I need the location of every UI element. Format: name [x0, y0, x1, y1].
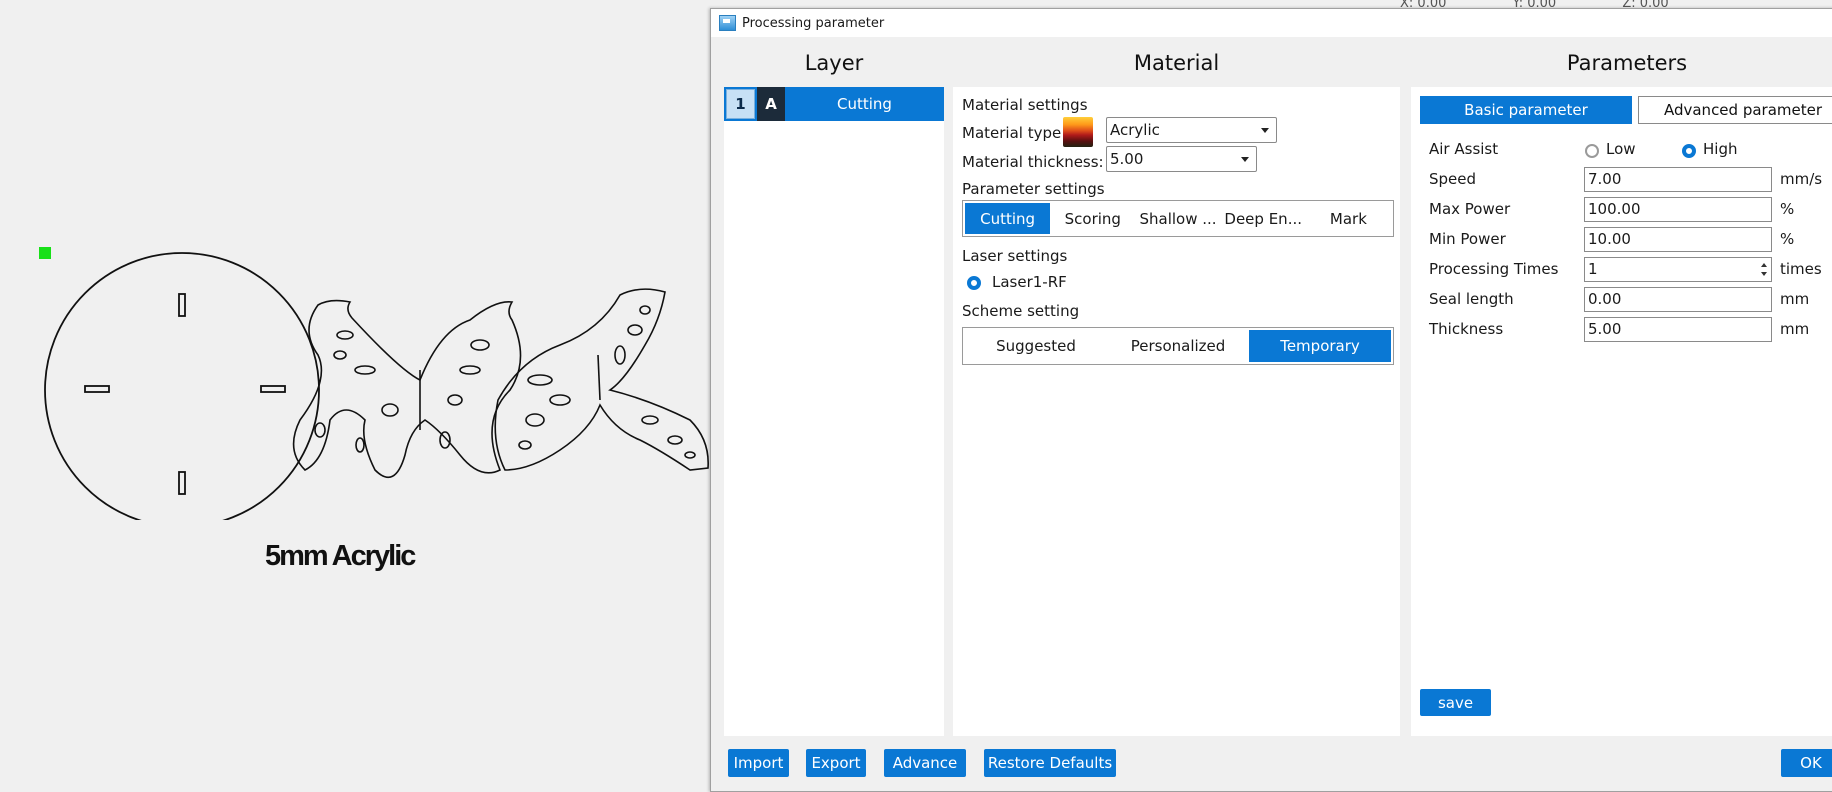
dialog-titlebar[interactable]: Processing parameter: [711, 9, 1832, 37]
processing-parameter-dialog: Processing parameter Layer Material Para…: [710, 8, 1832, 792]
material-thickness-value: 5.00: [1110, 150, 1144, 168]
acrylic-material-icon: [1063, 117, 1093, 147]
seal-length-input[interactable]: 0.00: [1584, 287, 1772, 312]
tab-mark[interactable]: Mark: [1306, 203, 1391, 234]
slot-top: [178, 293, 186, 317]
app-icon: [719, 15, 736, 31]
max-power-label: Max Power: [1429, 200, 1511, 218]
export-button[interactable]: Export: [806, 749, 866, 777]
seal-length-unit: mm: [1780, 290, 1810, 308]
chevron-down-icon: [1261, 128, 1269, 133]
speed-label: Speed: [1429, 170, 1477, 188]
seal-length-label: Seal length: [1429, 290, 1514, 308]
processing-times-unit: times: [1780, 260, 1822, 278]
design-canvas[interactable]: X: 0.00 Y: 0.00 Z: 0.00 5mm Acrylic: [0, 0, 1669, 779]
max-power-input[interactable]: 100.00: [1584, 197, 1772, 222]
spin-down-icon[interactable]: [1761, 272, 1767, 276]
slot-bottom: [178, 471, 186, 495]
material-type-value: Acrylic: [1110, 121, 1160, 139]
butterfly-right: [494, 288, 709, 471]
thickness-input[interactable]: 5.00: [1584, 317, 1772, 342]
layer-row[interactable]: 1 A Cutting: [724, 87, 944, 121]
ok-button[interactable]: OK: [1781, 749, 1832, 777]
spin-up-icon[interactable]: [1761, 263, 1767, 267]
material-settings-title: Material settings: [962, 96, 1088, 114]
canvas-text-label[interactable]: 5mm Acrylic: [265, 540, 416, 573]
air-low-radio[interactable]: [1585, 144, 1599, 158]
min-power-input[interactable]: 10.00: [1584, 227, 1772, 252]
min-power-unit: %: [1780, 230, 1795, 248]
material-panel: Material settings Material type: Acrylic…: [953, 87, 1400, 736]
tab-basic-parameter[interactable]: Basic parameter: [1420, 96, 1632, 124]
chevron-down-icon: [1241, 157, 1249, 162]
processing-times-value: 1: [1588, 260, 1598, 278]
scheme-setting-title: Scheme setting: [962, 302, 1080, 320]
processing-times-label: Processing Times: [1429, 260, 1559, 278]
laser-settings-title: Laser settings: [962, 247, 1068, 265]
parameters-header: Parameters: [1566, 51, 1688, 75]
material-thickness-label: Material thickness:: [962, 153, 1104, 171]
air-high-label[interactable]: High: [1703, 140, 1737, 158]
slot-right: [260, 385, 286, 393]
max-power-unit: %: [1780, 200, 1795, 218]
layer-number: 1: [726, 89, 755, 119]
air-assist-label: Air Assist: [1429, 140, 1499, 158]
scheme-tabs: Suggested Personalized Temporary: [962, 327, 1394, 365]
canvas-artwork: [44, 252, 709, 520]
speed-input[interactable]: 7.00: [1584, 167, 1772, 192]
layer-mode-badge: A: [757, 87, 785, 121]
layer-name: Cutting: [837, 95, 892, 113]
air-high-radio[interactable]: [1682, 144, 1696, 158]
processing-times-spinbox[interactable]: 1: [1584, 257, 1772, 282]
speed-unit: mm/s: [1780, 170, 1823, 188]
material-thickness-select[interactable]: 5.00: [1106, 146, 1257, 172]
min-power-label: Min Power: [1429, 230, 1506, 248]
material-header: Material: [1133, 51, 1220, 75]
tab-cutting[interactable]: Cutting: [965, 203, 1051, 234]
restore-defaults-button[interactable]: Restore Defaults: [984, 749, 1116, 777]
tab-deep-engraving[interactable]: Deep En...: [1221, 203, 1306, 234]
slot-left: [84, 385, 110, 393]
save-button[interactable]: save: [1420, 689, 1491, 716]
parameter-settings-title: Parameter settings: [962, 180, 1105, 198]
tab-scoring[interactable]: Scoring: [1050, 203, 1135, 234]
process-type-tabs: Cutting Scoring Shallow ... Deep En... M…: [962, 200, 1394, 237]
tab-personalized[interactable]: Personalized: [1107, 330, 1249, 362]
thickness-label: Thickness: [1429, 320, 1504, 338]
tab-advanced-parameter[interactable]: Advanced parameter: [1638, 96, 1832, 124]
laser1-label[interactable]: Laser1-RF: [992, 273, 1067, 291]
dialog-title: Processing parameter: [742, 15, 885, 31]
laser1-radio[interactable]: [967, 276, 981, 290]
thickness-unit: mm: [1780, 320, 1810, 338]
circle-part: [44, 252, 320, 520]
tab-suggested[interactable]: Suggested: [965, 330, 1107, 362]
advance-button[interactable]: Advance: [884, 749, 966, 777]
butterfly-left: [292, 299, 522, 479]
parameters-panel: Basic parameter Advanced parameter Air A…: [1411, 87, 1832, 736]
material-type-select[interactable]: Acrylic: [1106, 117, 1277, 143]
layer-list: 1 A Cutting: [724, 87, 944, 736]
tab-temporary[interactable]: Temporary: [1249, 330, 1391, 362]
tab-shallow-engraving[interactable]: Shallow ...: [1135, 203, 1220, 234]
import-button[interactable]: Import: [728, 749, 789, 777]
layer-header: Layer: [804, 51, 864, 75]
air-low-label[interactable]: Low: [1606, 140, 1636, 158]
material-type-label: Material type:: [962, 124, 1067, 142]
